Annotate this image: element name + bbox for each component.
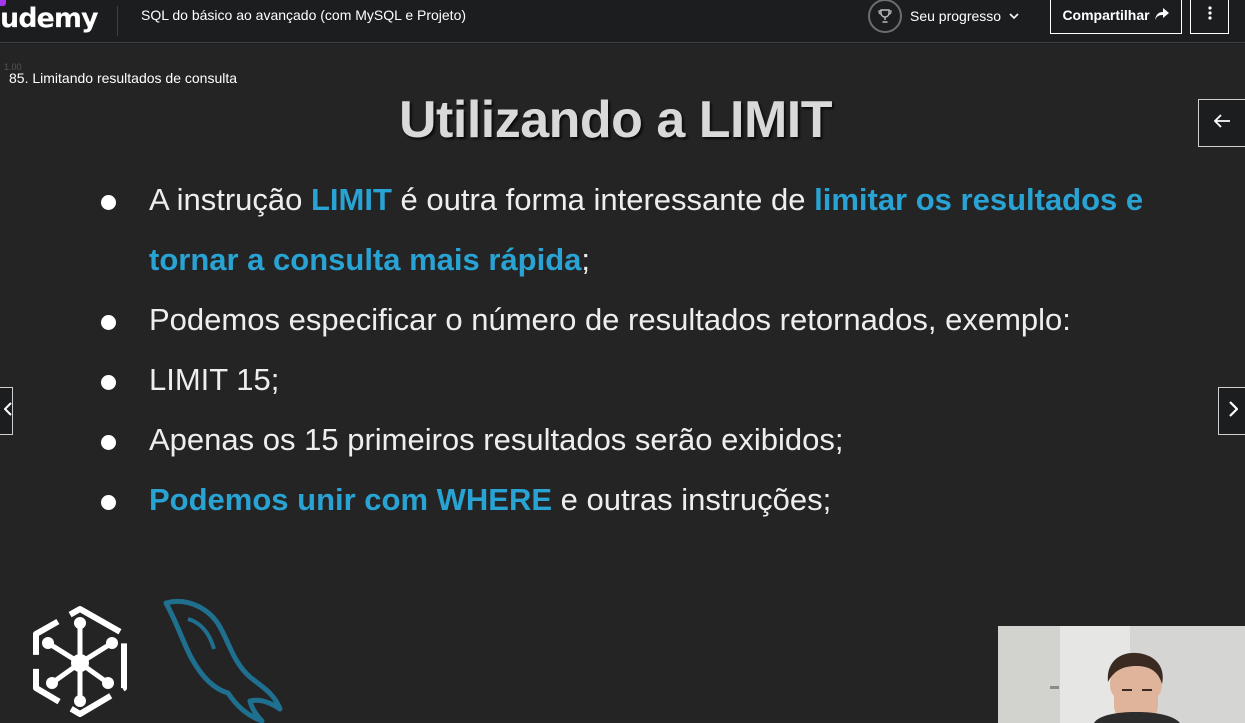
share-arrow-icon <box>1154 7 1170 24</box>
slide-bullet: Apenas os 15 primeiros resultados serão … <box>100 410 1200 470</box>
slide-title: Utilizando a LIMIT <box>399 91 832 149</box>
trophy-icon <box>868 0 902 33</box>
slide-bullet: Podemos especificar o número de resultad… <box>100 290 1200 350</box>
bullet-text: A instrução <box>149 182 311 217</box>
share-button[interactable]: Compartilhar <box>1050 0 1182 34</box>
previous-lecture-button[interactable] <box>0 387 13 435</box>
highlighted-text: Podemos unir com WHERE <box>149 482 553 517</box>
more-vertical-icon <box>1207 5 1212 25</box>
bullet-text: e outras instruções; <box>552 482 832 517</box>
bullet-text: é outra forma interessante de <box>391 182 815 217</box>
slide-bullet: A instrução LIMIT é outra forma interess… <box>100 170 1200 290</box>
more-options-button[interactable] <box>1190 0 1229 34</box>
next-lecture-button[interactable] <box>1218 387 1245 435</box>
bullet-text: Podemos especificar o número de resultad… <box>149 302 1071 337</box>
highlighted-text: LIMIT <box>310 182 392 217</box>
arrow-left-icon <box>1213 113 1231 134</box>
bullet-text: Apenas os 15 primeiros resultados serão … <box>149 422 844 457</box>
chevron-left-icon <box>3 401 12 421</box>
hexagon-network-logo <box>28 603 132 723</box>
mysql-dolphin-logo <box>158 597 288 723</box>
share-button-label: Compartilhar <box>1062 7 1150 23</box>
header-divider <box>117 6 118 36</box>
chevron-right-icon <box>1228 400 1239 422</box>
top-bar: udemy SQL do básico ao avançado (com MyS… <box>0 0 1245 43</box>
lecture-title: 85. Limitando resultados de consulta <box>9 70 238 86</box>
presenter-webcam <box>998 626 1245 723</box>
back-to-sidebar-button[interactable] <box>1198 99 1245 147</box>
chevron-down-icon <box>1009 7 1019 25</box>
slide-bullet: LIMIT 15; <box>100 350 1200 410</box>
progress-dropdown[interactable]: Seu progresso <box>868 0 1019 33</box>
bullet-text: LIMIT 15; <box>149 362 280 397</box>
udemy-logo[interactable]: udemy <box>0 3 99 34</box>
bullet-text: ; <box>581 242 591 277</box>
slide-bullet-list: A instrução LIMIT é outra forma interess… <box>100 170 1200 530</box>
progress-label: Seu progresso <box>910 7 1002 24</box>
slide-bullet: Podemos unir com WHERE e outras instruçõ… <box>100 470 1200 530</box>
course-title[interactable]: SQL do básico ao avançado (com MySQL e P… <box>141 7 466 23</box>
